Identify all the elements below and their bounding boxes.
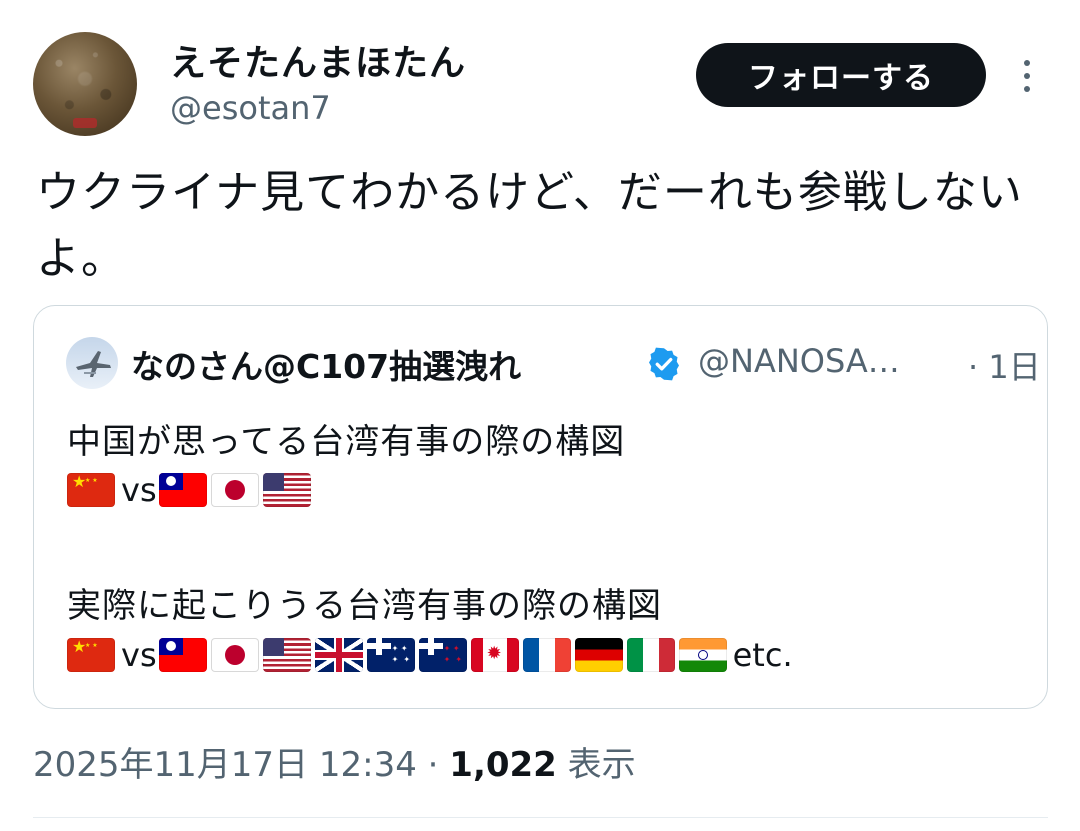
dot bbox=[1024, 86, 1030, 92]
quoted-author-name[interactable]: なのさん@C107抽選洩れ bbox=[131, 340, 521, 388]
flag-row-1: vs bbox=[67, 471, 315, 509]
tweet-meta: 2025年11月17日 12:34 · 1,022 表示 bbox=[33, 737, 636, 786]
japan-flag-icon bbox=[210, 473, 259, 507]
china-flag-icon bbox=[67, 638, 115, 672]
new-zealand-flag-icon bbox=[418, 638, 467, 672]
views-count: 1,022 bbox=[449, 745, 557, 785]
quoted-tweet-time[interactable]: · 1日 bbox=[968, 342, 1041, 388]
japan-flag-icon bbox=[210, 638, 259, 672]
meta-separator: · bbox=[427, 745, 439, 785]
uk-flag-icon bbox=[314, 638, 363, 672]
quoted-tweet[interactable]: なのさん@C107抽選洩れ @NANOSA… · 1日 中国が思ってる台湾有事の… bbox=[33, 305, 1048, 709]
author-display-name[interactable]: えそたんまほたん bbox=[170, 34, 466, 86]
france-flag-icon bbox=[522, 638, 571, 672]
usa-flag-icon bbox=[262, 473, 311, 507]
follow-button[interactable]: フォローする bbox=[696, 43, 986, 107]
tweet-timestamp[interactable]: 2025年11月17日 12:34 bbox=[33, 745, 417, 785]
etc-text: etc. bbox=[732, 636, 793, 674]
quote-line-1: 中国が思ってる台湾有事の際の構図 bbox=[67, 422, 626, 462]
italy-flag-icon bbox=[626, 638, 675, 672]
taiwan-flag-icon bbox=[158, 638, 207, 672]
more-options-icon[interactable] bbox=[1012, 54, 1042, 98]
tweet-text: ウクライナ見てわかるけど、だーれも参戦しないよ。 bbox=[36, 167, 1023, 284]
quoted-author-avatar[interactable] bbox=[66, 337, 118, 389]
india-flag-icon bbox=[678, 638, 727, 672]
vs-text: vs bbox=[121, 471, 157, 509]
vs-text: vs bbox=[121, 636, 157, 674]
author-avatar[interactable] bbox=[33, 32, 137, 136]
author-handle[interactable]: @esotan7 bbox=[170, 89, 331, 127]
dot bbox=[1024, 60, 1030, 66]
flag-row-2: vs etc. bbox=[67, 636, 795, 674]
divider bbox=[33, 817, 1048, 818]
quote-line-2: 実際に起こりうる台湾有事の際の構図 bbox=[67, 586, 662, 626]
germany-flag-icon bbox=[574, 638, 623, 672]
quoted-author-handle[interactable]: @NANOSA… bbox=[698, 342, 900, 380]
australia-flag-icon bbox=[366, 638, 415, 672]
tweet-card: えそたんまほたん @esotan7 フォローする ウクライナ見てわかるけど、だー… bbox=[0, 0, 1080, 831]
views-label: 表示 bbox=[567, 745, 636, 785]
taiwan-flag-icon bbox=[158, 473, 207, 507]
jet-icon bbox=[76, 351, 111, 377]
china-flag-icon bbox=[67, 473, 115, 507]
usa-flag-icon bbox=[262, 638, 311, 672]
dot bbox=[1024, 73, 1030, 79]
verified-badge-icon bbox=[649, 347, 679, 381]
canada-flag-icon bbox=[470, 638, 519, 672]
